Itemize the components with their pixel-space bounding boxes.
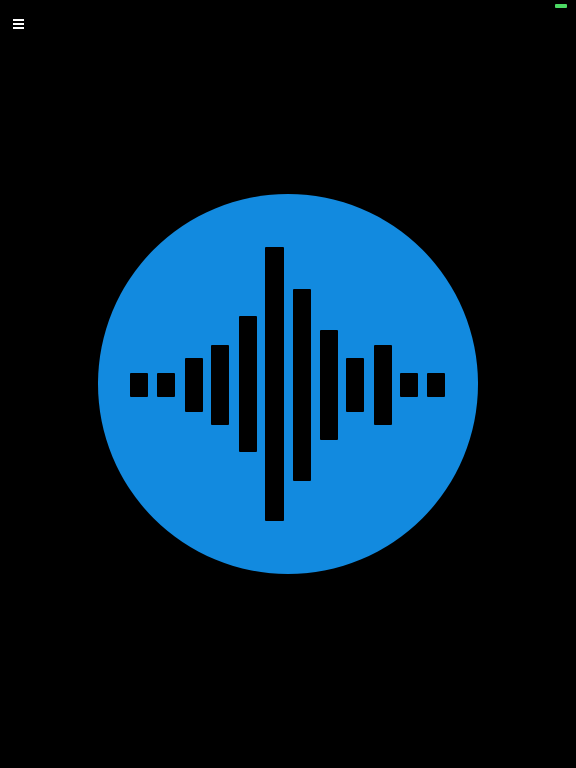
wave-bar-7: [293, 289, 311, 481]
listen-button-circle: [98, 194, 478, 574]
app-screen: [0, 0, 576, 768]
wave-bar-3: [185, 358, 203, 412]
wave-bar-10: [374, 345, 392, 425]
sound-wave-icon: [98, 194, 478, 574]
menu-button[interactable]: [8, 13, 30, 35]
battery-indicator: [555, 4, 567, 8]
wave-bar-8: [320, 330, 338, 440]
wave-bar-4: [211, 345, 229, 425]
wave-bar-12: [427, 373, 445, 397]
wave-bar-9: [346, 358, 364, 412]
wave-bar-6: [265, 247, 284, 521]
wave-bar-2: [157, 373, 175, 397]
hamburger-menu-icon: [13, 19, 24, 29]
listen-button[interactable]: [98, 194, 478, 574]
wave-bar-5: [239, 316, 257, 452]
wave-bar-1: [130, 373, 148, 397]
wave-bar-11: [400, 373, 418, 397]
